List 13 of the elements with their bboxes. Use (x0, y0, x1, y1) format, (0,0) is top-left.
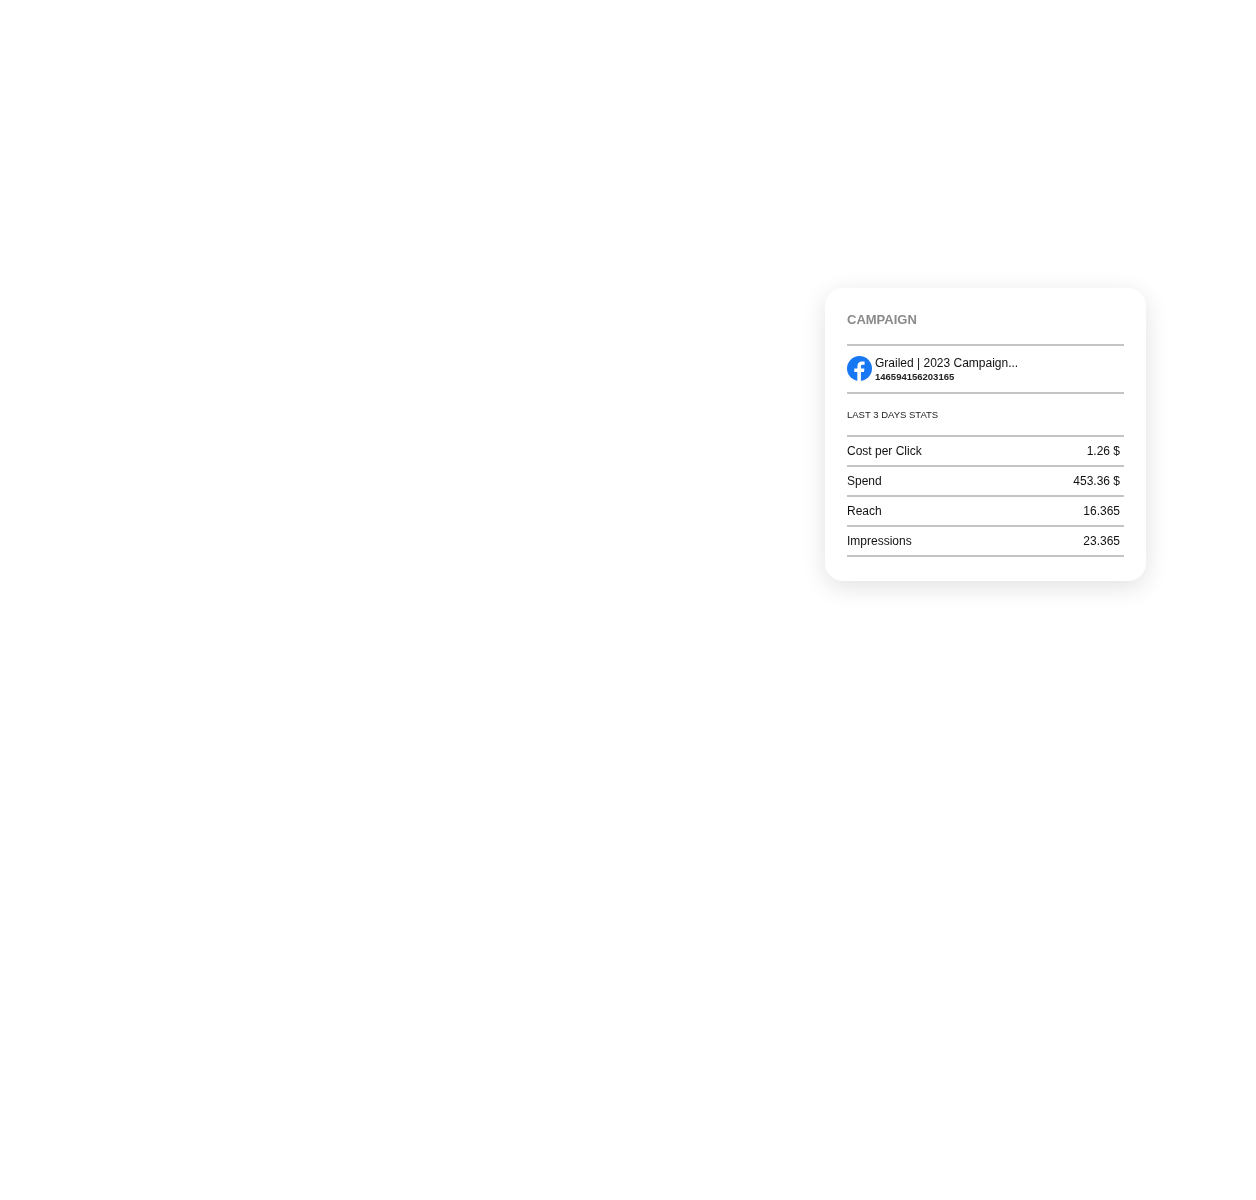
card-title: CAMPAIGN (847, 310, 1124, 346)
stat-value: 453.36 $ (1073, 472, 1120, 490)
stat-value: 16.365 (1083, 502, 1120, 520)
stat-value: 1.26 $ (1086, 442, 1120, 460)
stat-label: Impressions (847, 532, 912, 550)
facebook-logo-icon (847, 356, 872, 382)
campaign-name: Grailed | 2023 Campaign... (875, 355, 1019, 371)
stats-heading: LAST 3 DAYS STATS (847, 394, 1124, 437)
campaign-id: 146594156203165 (875, 370, 956, 383)
stat-label: Spend (847, 472, 882, 490)
stat-label: Reach (847, 502, 882, 520)
stat-label: Cost per Click (847, 442, 922, 460)
stat-value: 23.365 (1083, 532, 1120, 550)
